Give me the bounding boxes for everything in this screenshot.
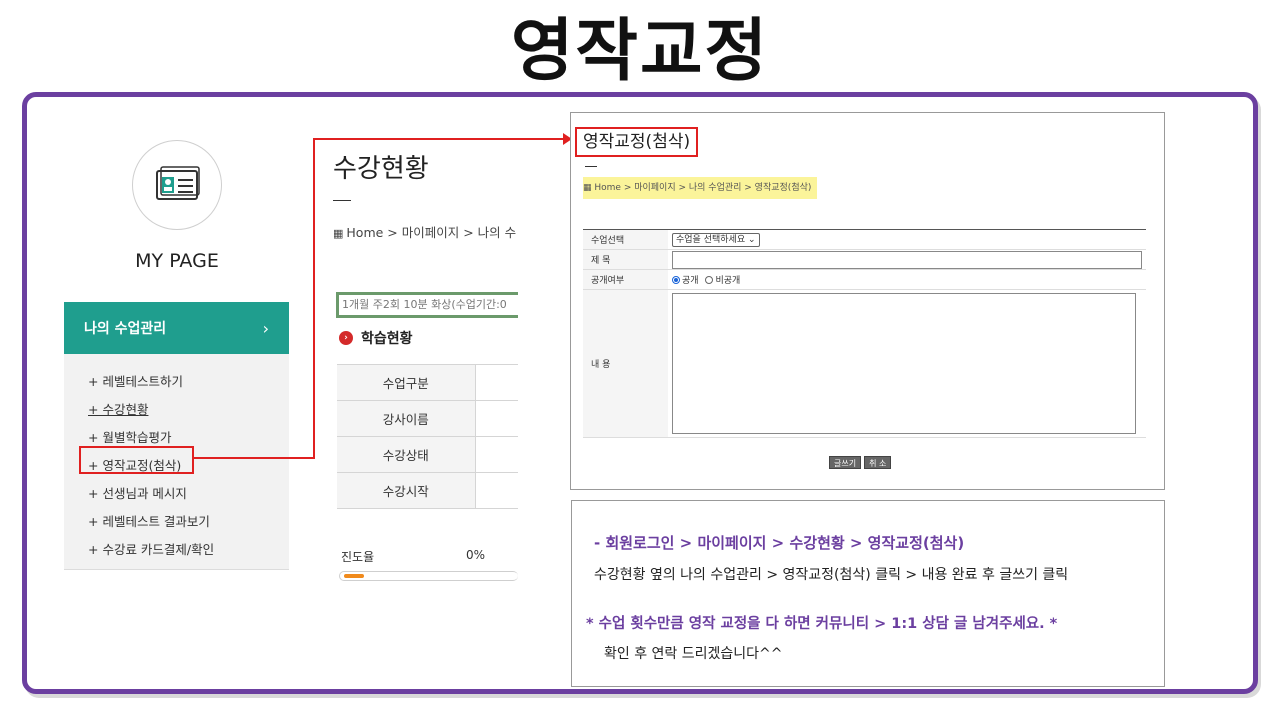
cancel-button[interactable]: 취 소: [864, 456, 892, 469]
home-grid-icon: ▦: [333, 227, 344, 240]
title-divider: [333, 200, 351, 201]
table-row: 수강시작: [337, 472, 518, 509]
form-table: 수업선택 수업을 선택하세요 ⌄ 제 목 공개여부 공개 비공개 내 용: [583, 229, 1146, 438]
table-cell-label: 수강시작: [337, 472, 476, 509]
sidebar-item-payment[interactable]: + 수강료 카드결제/확인: [88, 536, 289, 564]
mypage-label: MY PAGE: [135, 250, 219, 272]
sidebar-nav: 나의 수업관리 › + 레벨테스트하기 + 수강현황 + 월별학습평가 + 영작…: [64, 302, 289, 570]
form-buttons: 글쓰기 취 소: [829, 456, 892, 469]
connector-line: [194, 457, 314, 459]
sidebar-item-level-result[interactable]: + 레벨테스트 결과보기: [88, 508, 289, 536]
course-info-bar: 1개월 주2회 10분 화상(수업기간:0: [336, 292, 518, 318]
progress-bar-fill: [344, 574, 364, 578]
progress-label: 진도율: [341, 550, 375, 564]
form-breadcrumb: ▦ Home > 마이페이지 > 나의 수업관리 > 영작교정(첨삭): [583, 177, 818, 199]
progress-value: 0%: [466, 548, 486, 562]
table-cell-value: [475, 400, 518, 437]
status-page-title: 수강현황: [333, 154, 429, 184]
write-button[interactable]: 글쓰기: [829, 456, 862, 469]
connector-line: [313, 138, 565, 140]
content-textarea[interactable]: [672, 293, 1136, 434]
mypage-avatar: [132, 140, 222, 230]
sidebar-item-level-test[interactable]: + 레벨테스트하기: [88, 368, 289, 396]
form-title: 영작교정(첨삭): [575, 127, 699, 157]
section-heading-label: 학습현황: [361, 331, 413, 347]
sidebar-header-label: 나의 수업관리: [84, 321, 167, 337]
section-heading: › 학습현황: [339, 328, 413, 348]
instruction-contact: 확인 후 연락 드리겠습니다^^: [604, 646, 783, 662]
public-radio[interactable]: [672, 275, 680, 284]
connector-line: [313, 138, 315, 459]
table-row: 강사이름: [337, 400, 518, 437]
id-card-icon: [156, 166, 200, 200]
table-cell-label: 수업구분: [337, 364, 476, 401]
highlight-box: [79, 446, 194, 474]
writing-form-panel: 영작교정(첨삭) ▦ Home > 마이페이지 > 나의 수업관리 > 영작교정…: [570, 112, 1165, 490]
class-select-label: 수업선택: [583, 229, 668, 250]
instruction-path: - 회원로그인 > 마이페이지 > 수강현황 > 영작교정(첨삭): [594, 534, 965, 552]
subject-input[interactable]: [672, 250, 1142, 269]
status-table: 수업구분 강사이름 수강상태 수강시작: [337, 364, 518, 509]
public-label: 공개여부: [583, 269, 668, 290]
class-select[interactable]: 수업을 선택하세요 ⌄: [672, 232, 760, 247]
table-row: 수강상태: [337, 436, 518, 473]
form-row-content: 내 용: [583, 289, 1146, 438]
form-row-public: 공개여부 공개 비공개: [583, 269, 1146, 290]
page: 영작교정 MY PAGE 나의 수업관리 › + 레벨테스트하기 + 수강현황 …: [0, 0, 1280, 720]
private-radio[interactable]: [705, 275, 714, 284]
chevron-down-icon: ⌄: [747, 234, 756, 245]
form-row-subject: 제 목: [583, 249, 1146, 270]
home-grid-icon: ▦: [583, 183, 595, 193]
instruction-notice: * 수업 횟수만큼 영작 교정을 다 하면 커뮤니티 > 1:1 상담 글 남겨…: [586, 616, 1058, 632]
form-row-class: 수업선택 수업을 선택하세요 ⌄: [583, 229, 1146, 250]
breadcrumb-text[interactable]: Home > 마이페이지 > 나의 수: [346, 225, 516, 240]
table-cell-value: [475, 364, 518, 401]
sidebar-item-teacher-message[interactable]: + 선생님과 메시지: [88, 480, 289, 508]
table-cell-label: 수강상태: [337, 436, 476, 473]
instruction-panel: - 회원로그인 > 마이페이지 > 수강현황 > 영작교정(첨삭) 수강현황 옆…: [571, 500, 1165, 687]
form-breadcrumb-text[interactable]: Home > 마이페이지 > 나의 수업관리 > 영작교정(첨삭): [594, 183, 811, 193]
public-radio-label: 공개: [682, 276, 699, 286]
content-label: 내 용: [583, 289, 668, 438]
sidebar-header[interactable]: 나의 수업관리 ›: [64, 302, 289, 354]
private-radio-label: 비공개: [715, 276, 741, 286]
table-cell-label: 강사이름: [337, 400, 476, 437]
sidebar-item-status[interactable]: + 수강현황: [88, 396, 289, 424]
table-row: 수업구분: [337, 364, 518, 401]
subject-label: 제 목: [583, 249, 668, 270]
table-cell-value: [475, 436, 518, 473]
chevron-right-icon: ›: [262, 318, 269, 338]
chevron-circle-icon: ›: [339, 331, 353, 345]
progress-bar: [339, 571, 518, 581]
table-cell-value: [475, 472, 518, 509]
instruction-steps: 수강현황 옆의 나의 수업관리 > 영작교정(첨삭) 클릭 > 내용 완료 후 …: [594, 567, 1069, 583]
page-heading: 영작교정: [510, 12, 770, 91]
breadcrumb: ▦ Home > 마이페이지 > 나의 수: [333, 222, 518, 241]
title-divider: [585, 166, 597, 167]
